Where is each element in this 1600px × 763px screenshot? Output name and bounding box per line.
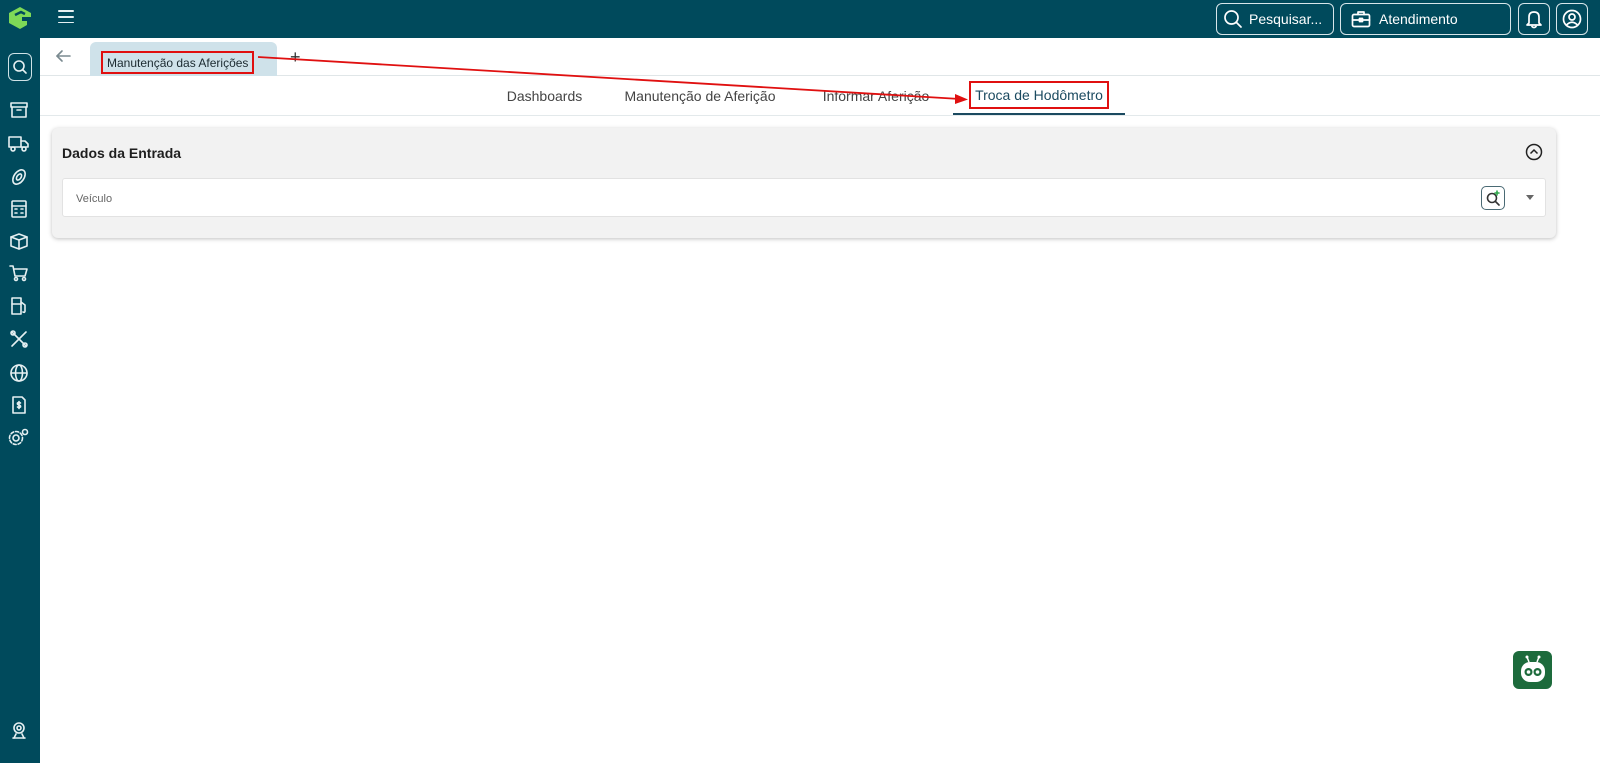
truck-icon	[8, 136, 29, 152]
robot-icon	[1520, 655, 1545, 682]
vehicle-field-label: Veículo	[76, 193, 113, 205]
assistant-bot-button[interactable]	[1513, 651, 1552, 689]
tab-manutencao-afericao[interactable]: Manutenção de Aferição	[610, 76, 790, 115]
chevron-down-icon[interactable]	[1526, 195, 1534, 200]
document-tab-strip: Manutenção das Aferições +	[40, 38, 1600, 76]
document-tab-active[interactable]: Manutenção das Aferições	[90, 42, 277, 76]
sidebar-search-button[interactable]	[8, 53, 32, 81]
search-icon	[13, 60, 27, 74]
atendimento-label: Atendimento	[1379, 11, 1458, 27]
sidebar-item-settings[interactable]	[8, 426, 30, 448]
add-tab-button[interactable]: +	[290, 48, 301, 66]
sidebar-item-tires[interactable]	[8, 166, 30, 188]
sidebar-item-archive[interactable]	[8, 99, 30, 121]
tab-troca-hodometro[interactable]: Troca de Hodômetro	[953, 76, 1125, 115]
search-icon	[1224, 10, 1242, 28]
sidebar-item-inventory[interactable]	[8, 230, 30, 252]
sidebar-item-financial[interactable]	[8, 394, 30, 416]
search-add-icon	[1486, 190, 1500, 206]
settings-icon	[8, 428, 29, 446]
notifications-button[interactable]	[1518, 3, 1550, 35]
dados-entrada-panel: Dados da Entrada Veículo	[52, 128, 1556, 238]
support-icon	[12, 722, 26, 739]
back-arrow-icon[interactable]	[54, 47, 72, 65]
briefcase-icon	[1351, 11, 1371, 28]
atendimento-button[interactable]: Atendimento	[1340, 3, 1511, 35]
collapse-chevron-icon[interactable]	[1525, 143, 1543, 161]
cart-icon	[9, 265, 28, 282]
app-logo-icon[interactable]	[5, 4, 35, 34]
vehicle-field[interactable]: Veículo	[62, 178, 1546, 217]
tab-dashboards[interactable]: Dashboards	[492, 76, 597, 115]
sidebar-item-calculator[interactable]	[8, 198, 30, 220]
vehicle-lookup-button[interactable]	[1481, 186, 1505, 210]
sidebar-item-purchases[interactable]	[8, 262, 30, 284]
tab-label: Manutenção de Aferição	[624, 87, 776, 104]
sidebar-item-tracking[interactable]	[8, 362, 30, 384]
invoice-icon	[12, 396, 26, 414]
tire-icon	[12, 169, 26, 185]
user-profile-button[interactable]	[1556, 3, 1588, 35]
tab-label: Informar Aferição	[822, 87, 930, 104]
sidebar-item-fleet[interactable]	[8, 132, 30, 154]
fuel-icon	[11, 297, 26, 315]
sidebar-item-maintenance[interactable]	[8, 328, 30, 350]
calculator-icon	[11, 200, 27, 218]
archive-icon	[10, 102, 28, 118]
top-bar: Pesquisar... Atendimento	[40, 0, 1600, 38]
tab-label: Dashboards	[506, 87, 583, 104]
sidebar-item-support[interactable]	[8, 719, 30, 741]
global-search-button[interactable]: Pesquisar...	[1216, 3, 1334, 35]
user-icon	[1562, 9, 1582, 29]
tab-informar-afericao[interactable]: Informar Aferição	[803, 76, 949, 115]
panel-title: Dados da Entrada	[62, 145, 182, 161]
search-button-label: Pesquisar...	[1249, 11, 1323, 27]
left-sidebar	[0, 0, 40, 763]
document-tab-label: Manutenção das Aferições	[101, 51, 255, 74]
tools-icon	[10, 330, 28, 348]
sub-tabs: Dashboards Manutenção de Aferição Inform…	[40, 76, 1600, 116]
globe-icon	[10, 364, 28, 382]
menu-icon[interactable]	[58, 10, 74, 24]
box-icon	[10, 233, 28, 250]
bell-icon	[1526, 11, 1542, 29]
tab-label: Troca de Hodômetro	[969, 80, 1109, 109]
sidebar-item-fuel[interactable]	[8, 295, 30, 317]
